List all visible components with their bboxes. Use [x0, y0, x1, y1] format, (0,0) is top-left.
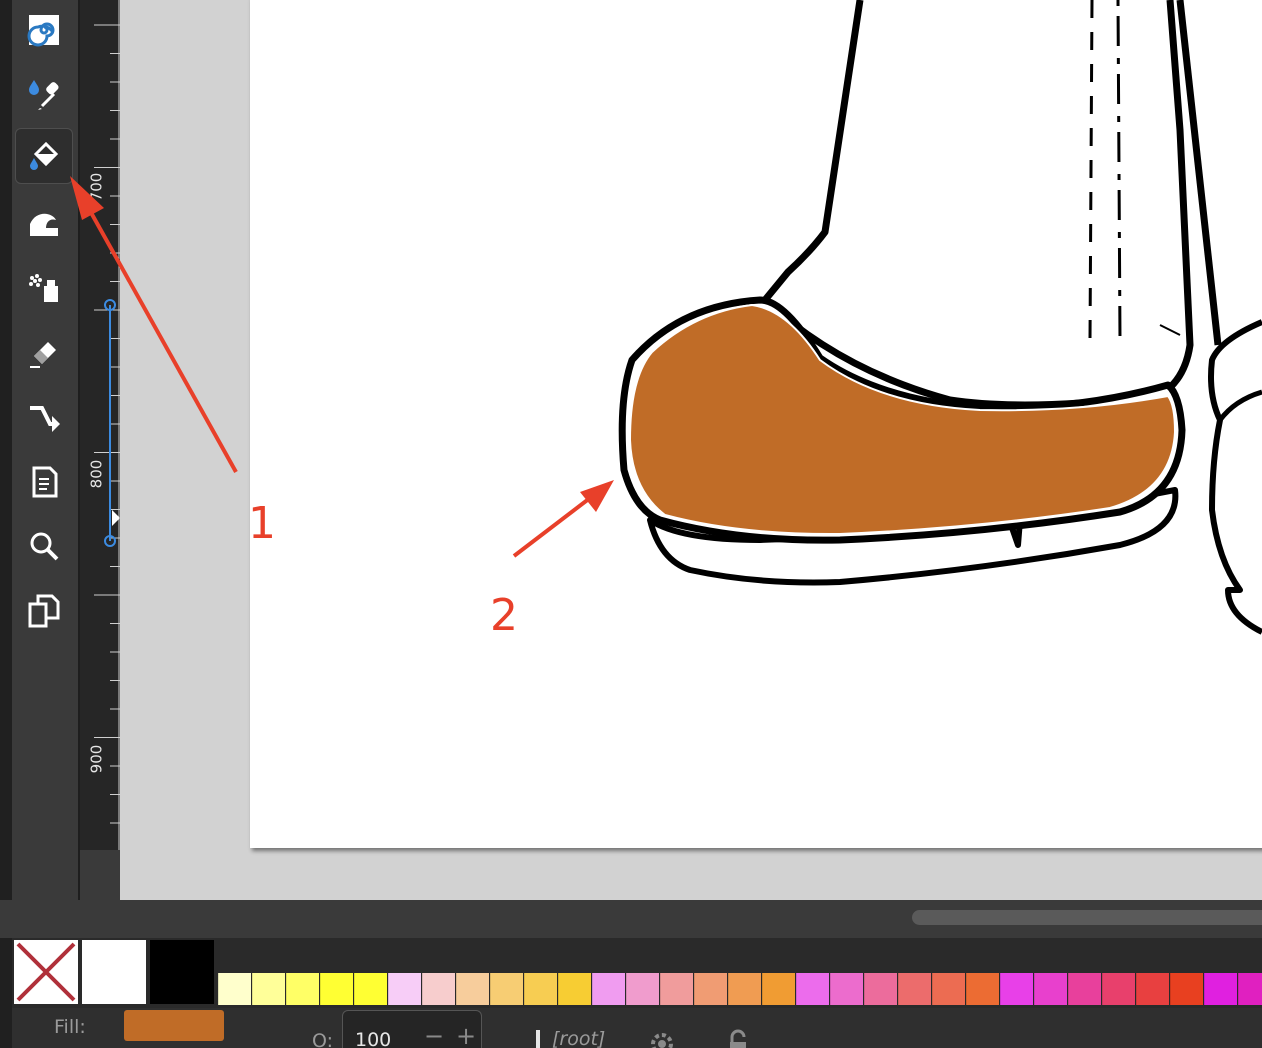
eraser-tool[interactable]: [15, 324, 73, 380]
palette-swatch[interactable]: [252, 973, 285, 1005]
connector-icon: [30, 406, 60, 432]
palette-swatch[interactable]: [1102, 973, 1135, 1005]
ruler-label-900: 900: [87, 744, 106, 774]
palette-swatch[interactable]: [1204, 973, 1237, 1005]
leg-outline: [761, 0, 1194, 409]
palette-swatch[interactable]: [694, 973, 727, 1005]
inkscape-window: 700 800 900 Fill: O: 100 − + [root] 1 2: [0, 0, 1262, 1048]
palette-swatch[interactable]: [456, 973, 489, 1005]
layer-indicator: [536, 1030, 540, 1048]
palette-swatch[interactable]: [218, 973, 251, 1005]
window-edge: [0, 0, 12, 1048]
palette-swatch[interactable]: [796, 973, 829, 1005]
palette-swatch[interactable]: [1068, 973, 1101, 1005]
palette-swatch[interactable]: [490, 973, 523, 1005]
annotation-label-1: 1: [248, 498, 276, 549]
palette-swatch[interactable]: [728, 973, 761, 1005]
palette-swatch[interactable]: [320, 973, 353, 1005]
leg-detail-1: [1088, 0, 1094, 341]
horizontal-scrollbar[interactable]: [0, 900, 1262, 938]
ruler-label-700: 700: [87, 172, 106, 202]
palette-swatch[interactable]: [762, 973, 795, 1005]
horizontal-scrollbar-thumb[interactable]: [912, 910, 1262, 925]
palette-swatch[interactable]: [422, 973, 455, 1005]
zoom-icon: [30, 532, 59, 561]
palette-swatch[interactable]: [1136, 973, 1169, 1005]
spray-tool[interactable]: [15, 260, 73, 316]
palette-swatch[interactable]: [558, 973, 591, 1005]
swatch-black[interactable]: [150, 940, 214, 1004]
annotation-label-2: 2: [490, 590, 518, 641]
shoe-fill: [628, 303, 1177, 536]
leg-detail-3: [1159, 324, 1181, 336]
canvas[interactable]: [120, 0, 1262, 900]
eraser-icon: [30, 342, 56, 368]
visibility-icon[interactable]: [648, 1028, 676, 1048]
palette-swatch[interactable]: [830, 973, 863, 1005]
palette-swatch[interactable]: [864, 973, 897, 1005]
zoom-tool[interactable]: [15, 518, 73, 574]
swatch-white[interactable]: [82, 940, 146, 1004]
opacity-spinbox[interactable]: 100 − +: [342, 1010, 482, 1048]
color-palette: [12, 938, 1262, 1008]
paint-bucket-tool[interactable]: [15, 128, 73, 184]
ruler-label-800: 800: [87, 459, 106, 489]
toolbox: [12, 0, 80, 940]
palette-swatch[interactable]: [626, 973, 659, 1005]
palette-swatch[interactable]: [592, 973, 625, 1005]
opacity-increase-button[interactable]: +: [453, 1023, 479, 1048]
palette-swatch[interactable]: [660, 973, 693, 1005]
opacity-label: O:: [312, 1030, 334, 1048]
palette-swatch[interactable]: [898, 973, 931, 1005]
current-layer[interactable]: [root]: [552, 1028, 605, 1048]
tweak-icon: [30, 213, 58, 236]
palette-swatch[interactable]: [1000, 973, 1033, 1005]
pages-icon: [32, 466, 58, 498]
palette-swatch[interactable]: [932, 973, 965, 1005]
clone-icon: [28, 594, 60, 628]
palette-swatch[interactable]: [966, 973, 999, 1005]
clone-tool[interactable]: [15, 582, 73, 638]
lock-icon[interactable]: [724, 1028, 752, 1048]
palette-swatch[interactable]: [1034, 973, 1067, 1005]
spiral-icon: [27, 15, 59, 47]
drawing[interactable]: [120, 0, 1262, 900]
opacity-decrease-button[interactable]: −: [421, 1023, 447, 1048]
vertical-ruler[interactable]: 700 800 900: [80, 0, 120, 900]
palette-swatch[interactable]: [354, 973, 387, 1005]
paint-bucket-icon: [30, 141, 59, 170]
spiral-tool[interactable]: [15, 2, 73, 58]
palette-swatch[interactable]: [286, 973, 319, 1005]
status-bar: Fill: O: 100 − + [root]: [12, 1008, 1262, 1048]
dropper-icon: [29, 80, 59, 110]
connector-tool[interactable]: [15, 388, 73, 444]
leg-detail-2: [1116, 0, 1122, 341]
opacity-input[interactable]: 100: [355, 1029, 391, 1048]
palette-swatch[interactable]: [1238, 973, 1262, 1005]
palette-swatch[interactable]: [1170, 973, 1203, 1005]
shoe-right-fragment-2: [1218, 389, 1262, 422]
fill-indicator[interactable]: [124, 1010, 224, 1041]
fill-label: Fill:: [54, 1016, 86, 1038]
ruler-corner: [80, 850, 120, 900]
spray-icon: [29, 274, 58, 302]
no-paint-icon: [16, 942, 76, 1002]
shoe-right-fragment: [1208, 319, 1262, 635]
dropper-tool[interactable]: [15, 66, 73, 122]
pages-tool[interactable]: [15, 454, 73, 510]
palette-swatch[interactable]: [388, 973, 421, 1005]
swatch-none[interactable]: [14, 940, 78, 1004]
palette-swatch[interactable]: [524, 973, 557, 1005]
tweak-tool[interactable]: [15, 196, 73, 252]
